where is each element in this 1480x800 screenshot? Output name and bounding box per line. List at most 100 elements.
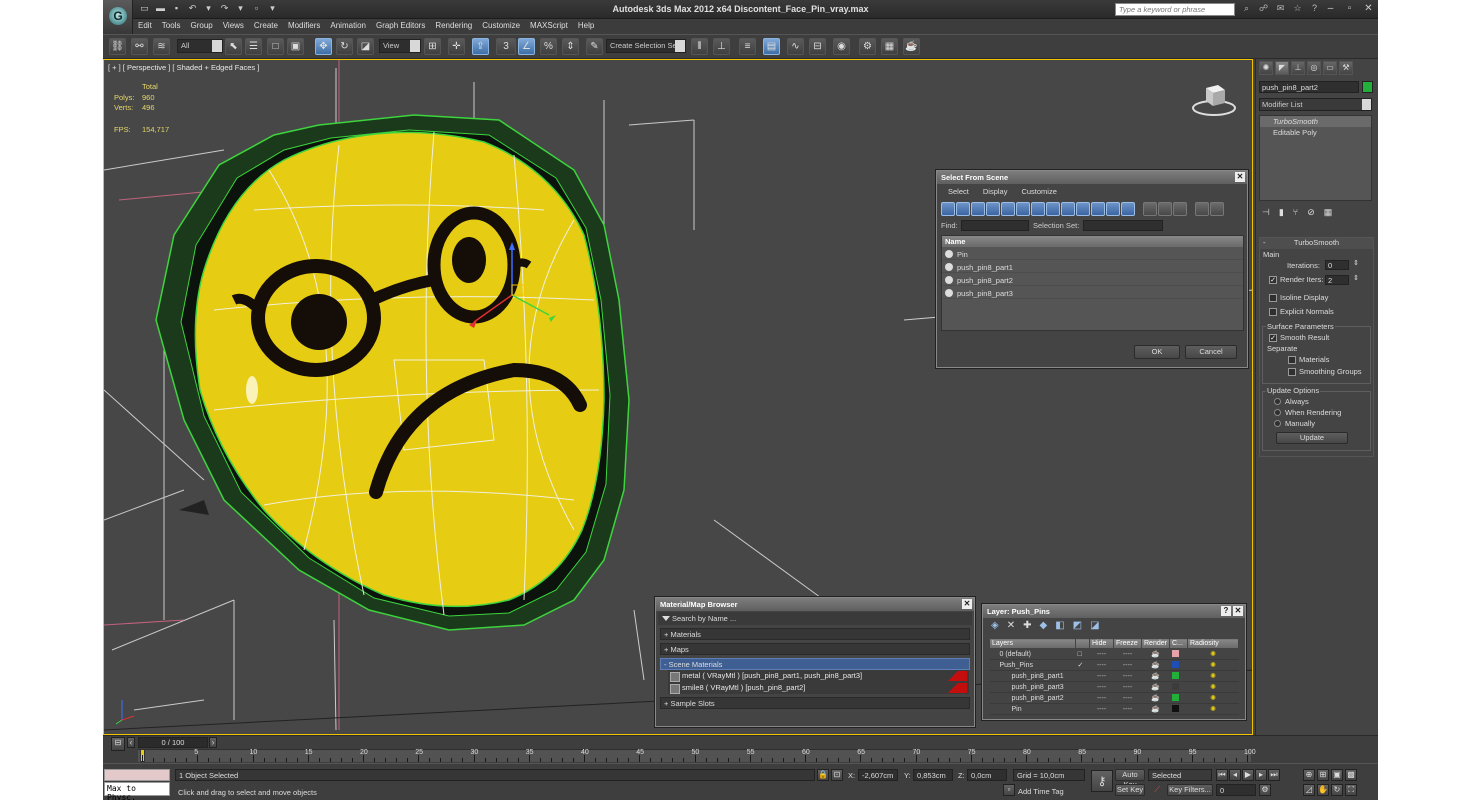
menu-rendering[interactable]: Rendering xyxy=(430,19,477,34)
menu-help[interactable]: Help xyxy=(573,19,599,34)
menu-views[interactable]: Views xyxy=(218,19,249,34)
display-all-icon[interactable] xyxy=(1121,202,1135,216)
maximize-icon[interactable]: ▫ xyxy=(1344,3,1355,14)
sample-slots-group[interactable]: + Sample Slots xyxy=(660,697,970,709)
material-item[interactable]: smile8 ( VRayMtl ) [push_pin8_part2] xyxy=(668,682,969,694)
freeze-all-icon[interactable]: ◪ xyxy=(1090,620,1099,634)
display-helpers-icon[interactable] xyxy=(1001,202,1015,216)
curve-editor-icon[interactable]: ∿ xyxy=(787,38,804,55)
subscription-icon[interactable]: ☍ xyxy=(1258,3,1269,14)
material-editor-icon[interactable]: ◉ xyxy=(833,38,850,55)
go-to-end-icon[interactable]: ⏭ xyxy=(1268,769,1280,781)
highlight-layer-icon[interactable]: ◧ xyxy=(1055,620,1064,634)
render-toggle[interactable]: ☕ xyxy=(1141,648,1170,660)
snaps-toggle-icon[interactable]: 3 xyxy=(496,38,516,55)
find-input[interactable] xyxy=(961,220,1029,231)
freeze-toggle[interactable]: ---- xyxy=(1113,659,1142,671)
render-iters-spinner[interactable]: 2 xyxy=(1325,275,1349,285)
table-row[interactable]: 0 (default) □ ---- ---- ☕ ✺ xyxy=(989,648,1239,660)
hide-toggle[interactable]: ---- xyxy=(1089,648,1114,660)
hide-toggle[interactable]: ---- xyxy=(1089,692,1114,704)
render-production-icon[interactable]: ☕ xyxy=(903,38,920,55)
window-crossing-icon[interactable]: ▣ xyxy=(287,38,304,55)
freeze-toggle[interactable]: ---- xyxy=(1113,703,1142,715)
layer-color-swatch[interactable] xyxy=(1171,649,1179,657)
isoline-display-checkbox[interactable] xyxy=(1269,294,1277,302)
explicit-normals-checkbox[interactable] xyxy=(1269,308,1277,316)
radiosity-icon[interactable]: ✺ xyxy=(1187,681,1239,693)
prev-frame-icon[interactable]: ‹ xyxy=(127,737,135,748)
render-toggle[interactable]: ☕ xyxy=(1141,670,1170,682)
render-toggle[interactable]: ☕ xyxy=(1141,659,1170,671)
redo-dropdown-icon[interactable]: ▾ xyxy=(235,3,246,14)
layer-name[interactable]: push_pin8_part1 xyxy=(989,670,1076,682)
close-icon[interactable]: ✕ xyxy=(1235,172,1245,182)
add-time-tag-button[interactable]: Add Time Tag xyxy=(1018,787,1064,796)
menu-graph-editors[interactable]: Graph Editors xyxy=(371,19,430,34)
display-xrefs-icon[interactable] xyxy=(1046,202,1060,216)
layer-color-swatch[interactable] xyxy=(1171,693,1179,701)
selection-filter-dropdown[interactable]: All xyxy=(177,39,223,53)
active-layer-box[interactable]: □ xyxy=(1075,648,1090,660)
list-item[interactable]: push_pin8_part2 xyxy=(942,273,1243,286)
filter-icon[interactable] xyxy=(1195,202,1209,216)
layer-color-swatch[interactable] xyxy=(1171,704,1179,712)
col-hide[interactable]: Hide xyxy=(1089,638,1114,649)
pan-icon[interactable]: ✋ xyxy=(1317,784,1329,796)
radiosity-icon[interactable]: ✺ xyxy=(1187,670,1239,682)
motion-tab-icon[interactable]: ◎ xyxy=(1307,61,1321,75)
application-button[interactable]: G xyxy=(103,0,133,34)
render-toggle[interactable]: ☕ xyxy=(1141,703,1170,715)
mini-curve-editor-icon[interactable]: ⊟ xyxy=(111,737,125,751)
set-key-button[interactable]: Set Key xyxy=(1115,784,1145,796)
layer-color-swatch[interactable] xyxy=(1171,660,1179,668)
radiosity-icon[interactable]: ✺ xyxy=(1187,659,1239,671)
table-row[interactable]: Push_Pins ✓ ---- ---- ☕ ✺ xyxy=(989,659,1239,671)
menu-display[interactable]: Display xyxy=(976,185,1015,199)
display-containers-icon[interactable] xyxy=(1076,202,1090,216)
menu-create[interactable]: Create xyxy=(249,19,283,34)
layer-color-swatch[interactable] xyxy=(1171,682,1179,690)
sort-icon[interactable] xyxy=(1210,202,1224,216)
hide-toggle[interactable]: ---- xyxy=(1089,670,1114,682)
invert-display-icon[interactable] xyxy=(1158,202,1172,216)
close-icon[interactable]: ✕ xyxy=(1363,3,1374,14)
remove-modifier-icon[interactable]: ⊘ xyxy=(1307,207,1315,218)
new-file-icon[interactable]: ▭ xyxy=(139,3,150,14)
material-browser-titlebar[interactable]: Material/Map Browser ✕ xyxy=(656,598,974,611)
select-all-icon[interactable] xyxy=(1173,202,1187,216)
layer-name[interactable]: push_pin8_part3 xyxy=(989,681,1076,693)
menu-modifiers[interactable]: Modifiers xyxy=(283,19,325,34)
set-keys-icon[interactable]: ⟋ xyxy=(1150,784,1164,796)
col-render[interactable]: Render xyxy=(1141,638,1170,649)
select-object-icon[interactable]: ⬉ xyxy=(225,38,242,55)
layer-titlebar[interactable]: Layer: Push_Pins? ✕ xyxy=(983,605,1245,618)
time-tag-icon[interactable]: ▫ xyxy=(1003,784,1015,796)
menu-customize[interactable]: Customize xyxy=(477,19,525,34)
zoom-extents-icon[interactable]: ▣ xyxy=(1331,769,1343,781)
search-by-name-input[interactable]: Search by Name ... xyxy=(658,612,972,625)
col-radiosity[interactable]: Radiosity xyxy=(1187,638,1239,649)
create-layer-icon[interactable]: ◈ xyxy=(991,620,999,634)
display-groups-icon[interactable] xyxy=(1031,202,1045,216)
open-file-icon[interactable]: ▬ xyxy=(155,3,166,14)
display-space-warps-icon[interactable] xyxy=(1016,202,1030,216)
selection-set-dropdown[interactable] xyxy=(1083,220,1163,231)
col-color[interactable]: C... xyxy=(1169,638,1188,649)
selection-lock-icon[interactable]: 🔒 xyxy=(817,769,829,781)
render-iters-checkbox[interactable]: ✓ xyxy=(1269,276,1277,284)
angle-snap-icon[interactable]: ∠ xyxy=(518,38,535,55)
table-row[interactable]: Pin ---- ---- ☕ ✺ xyxy=(989,703,1239,715)
key-filters-button[interactable]: Key Filters... xyxy=(1167,784,1213,796)
zoom-icon[interactable]: ⊕ xyxy=(1303,769,1315,781)
rendered-frame-window-icon[interactable]: ▦ xyxy=(881,38,898,55)
save-icon[interactable]: ▪ xyxy=(171,3,182,14)
viewcube-icon[interactable] xyxy=(1191,82,1237,118)
select-scale-icon[interactable]: ◪ xyxy=(357,38,374,55)
next-frame-icon[interactable]: › xyxy=(209,737,217,748)
play-icon[interactable]: ▶ xyxy=(1242,769,1254,781)
create-tab-icon[interactable]: ✺ xyxy=(1259,61,1273,75)
undo-dropdown-icon[interactable]: ▾ xyxy=(203,3,214,14)
render-iters-spinner-arrows-icon[interactable]: ⇕ xyxy=(1353,274,1359,282)
select-move-icon[interactable]: ✥ xyxy=(315,38,332,55)
